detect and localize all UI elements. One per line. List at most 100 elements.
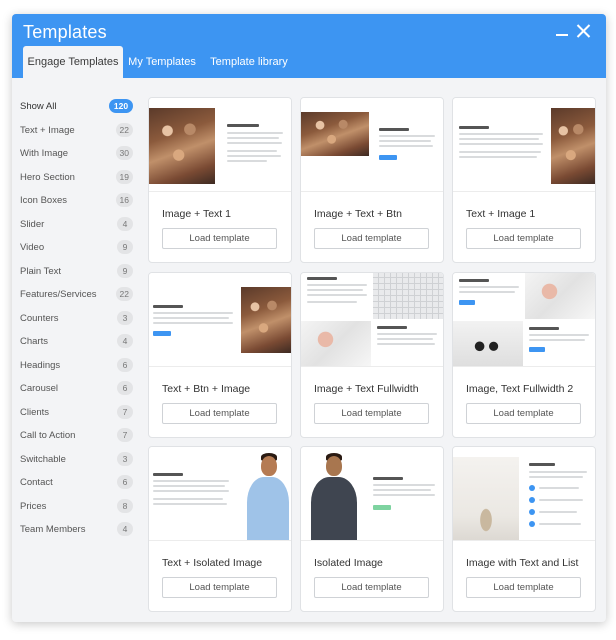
preview-text-line: [227, 155, 281, 157]
template-preview: [149, 447, 291, 541]
template-card[interactable]: Text + Image 1 Load template: [452, 97, 596, 263]
sidebar-item-label: Carousel: [20, 383, 59, 394]
template-name: Isolated Image: [314, 557, 383, 569]
sidebar-item-plain-text[interactable]: Plain Text 9: [20, 263, 135, 287]
preview-text-line: [459, 143, 543, 145]
sidebar-item-switchable[interactable]: Switchable 3: [20, 451, 135, 475]
sidebar-item-label: Contact: [20, 477, 53, 488]
preview-text-line: [227, 160, 267, 162]
preview-text-line: [227, 137, 279, 139]
load-template-button[interactable]: Load template: [162, 228, 277, 249]
template-preview: [453, 273, 595, 367]
template-card[interactable]: Text + Isolated Image Load template: [148, 446, 292, 612]
preview-text-line: [459, 286, 519, 288]
sidebar-item-prices[interactable]: Prices 8: [20, 498, 135, 522]
preview-heading: [529, 463, 555, 466]
sidebar-item-charts[interactable]: Charts 4: [20, 333, 135, 357]
sidebar-item-carousel[interactable]: Carousel 6: [20, 380, 135, 404]
count-badge: 6: [117, 381, 133, 395]
template-preview: [453, 447, 595, 541]
tab-template-library[interactable]: Template library: [204, 46, 294, 78]
sidebar-item-clients[interactable]: Clients 7: [20, 404, 135, 428]
preview-text-line: [459, 156, 537, 158]
sidebar-item-call-to-action[interactable]: Call to Action 7: [20, 427, 135, 451]
template-preview: [301, 273, 443, 367]
sidebar-item-show-all[interactable]: Show All 120: [20, 98, 135, 122]
sidebar-item-headings[interactable]: Headings 6: [20, 357, 135, 381]
preview-heading: [307, 277, 337, 280]
count-badge: 16: [115, 193, 133, 207]
sidebar-item-icon-boxes[interactable]: Icon Boxes 16: [20, 192, 135, 216]
sidebar-item-label: Icon Boxes: [20, 195, 67, 206]
load-template-button[interactable]: Load template: [162, 403, 277, 424]
minimize-icon[interactable]: [554, 22, 572, 40]
count-badge: 30: [115, 146, 133, 160]
preview-text-line: [379, 145, 433, 147]
template-card[interactable]: Image with Text and List Load template: [452, 446, 596, 612]
load-template-button[interactable]: Load template: [314, 403, 429, 424]
template-preview: [301, 98, 443, 192]
template-card[interactable]: Isolated Image Load template: [300, 446, 444, 612]
preview-button: [459, 300, 475, 305]
template-card[interactable]: Image + Text + Btn Load template: [300, 97, 444, 263]
preview-text-line: [377, 338, 433, 340]
glasses-photo: [453, 321, 523, 366]
tab-engage-templates[interactable]: Engage Templates: [23, 46, 123, 78]
template-card[interactable]: Text + Btn + Image Load template: [148, 272, 292, 438]
count-badge: 9: [117, 240, 133, 254]
load-template-button[interactable]: Load template: [466, 577, 581, 598]
sidebar-item-text-image[interactable]: Text + Image 22: [20, 122, 135, 146]
sidebar-item-video[interactable]: Video 9: [20, 239, 135, 263]
count-badge: 6: [117, 357, 133, 372]
preview-text-line: [529, 339, 585, 341]
tab-my-templates[interactable]: My Templates: [125, 46, 199, 78]
sidebar-item-slider[interactable]: Slider 4: [20, 216, 135, 240]
load-template-button[interactable]: Load template: [314, 577, 429, 598]
category-sidebar: Show All 120 Text + Image 22 With Image 30 …: [20, 98, 135, 545]
template-card[interactable]: Image + Text Fullwidth Load template: [300, 272, 444, 438]
preview-text-line: [153, 312, 233, 314]
template-card[interactable]: Image + Text 1 Load template: [148, 97, 292, 263]
sidebar-item-label: Charts: [20, 336, 48, 347]
close-icon[interactable]: [575, 22, 593, 40]
count-badge: 22: [115, 287, 133, 301]
preview-text-line: [307, 284, 367, 286]
desk-photo: [301, 321, 371, 366]
sidebar-item-label: Show All: [20, 101, 57, 112]
sidebar-item-features-services[interactable]: Features/Services 22: [20, 286, 135, 310]
preview-heading: [379, 128, 409, 131]
dialog-title: Templates: [23, 22, 107, 42]
sidebar-item-label: Team Members: [20, 524, 86, 535]
sidebar-item-team-members[interactable]: Team Members 4: [20, 521, 135, 545]
preview-text-line: [459, 151, 541, 153]
preview-text-line: [307, 294, 367, 296]
count-badge: 4: [117, 334, 133, 348]
sidebar-item-label: Switchable: [20, 453, 66, 465]
load-template-button[interactable]: Load template: [314, 228, 429, 249]
preview-text-line: [529, 476, 583, 478]
preview-text-line: [459, 138, 539, 140]
load-template-button[interactable]: Load template: [162, 577, 277, 598]
preview-text-line: [539, 487, 579, 489]
template-name: Text + Isolated Image: [162, 557, 263, 569]
sidebar-item-hero-section[interactable]: Hero Section 19: [20, 169, 135, 193]
sidebar-item-label: Plain Text: [20, 265, 62, 277]
preview-heading: [377, 326, 407, 329]
template-card[interactable]: Image, Text Fullwidth 2 Load template: [452, 272, 596, 438]
preview-heading: [153, 473, 183, 476]
team-photo: [149, 108, 215, 184]
preview-heading: [373, 477, 403, 480]
preview-text-line: [153, 480, 229, 482]
sidebar-item-counters[interactable]: Counters 3: [20, 310, 135, 334]
load-template-button[interactable]: Load template: [466, 403, 581, 424]
preview-text-line: [307, 301, 357, 303]
room-photo: [453, 457, 519, 540]
template-preview: [149, 98, 291, 192]
sidebar-item-label: Call to Action: [20, 430, 76, 441]
sidebar-item-label: Text + Image: [20, 124, 75, 136]
load-template-button[interactable]: Load template: [466, 228, 581, 249]
sidebar-item-with-image[interactable]: With Image 30: [20, 145, 135, 169]
sidebar-item-contact[interactable]: Contact 6: [20, 474, 135, 498]
preview-text-line: [373, 494, 435, 496]
template-name: Image + Text Fullwidth: [314, 383, 419, 395]
